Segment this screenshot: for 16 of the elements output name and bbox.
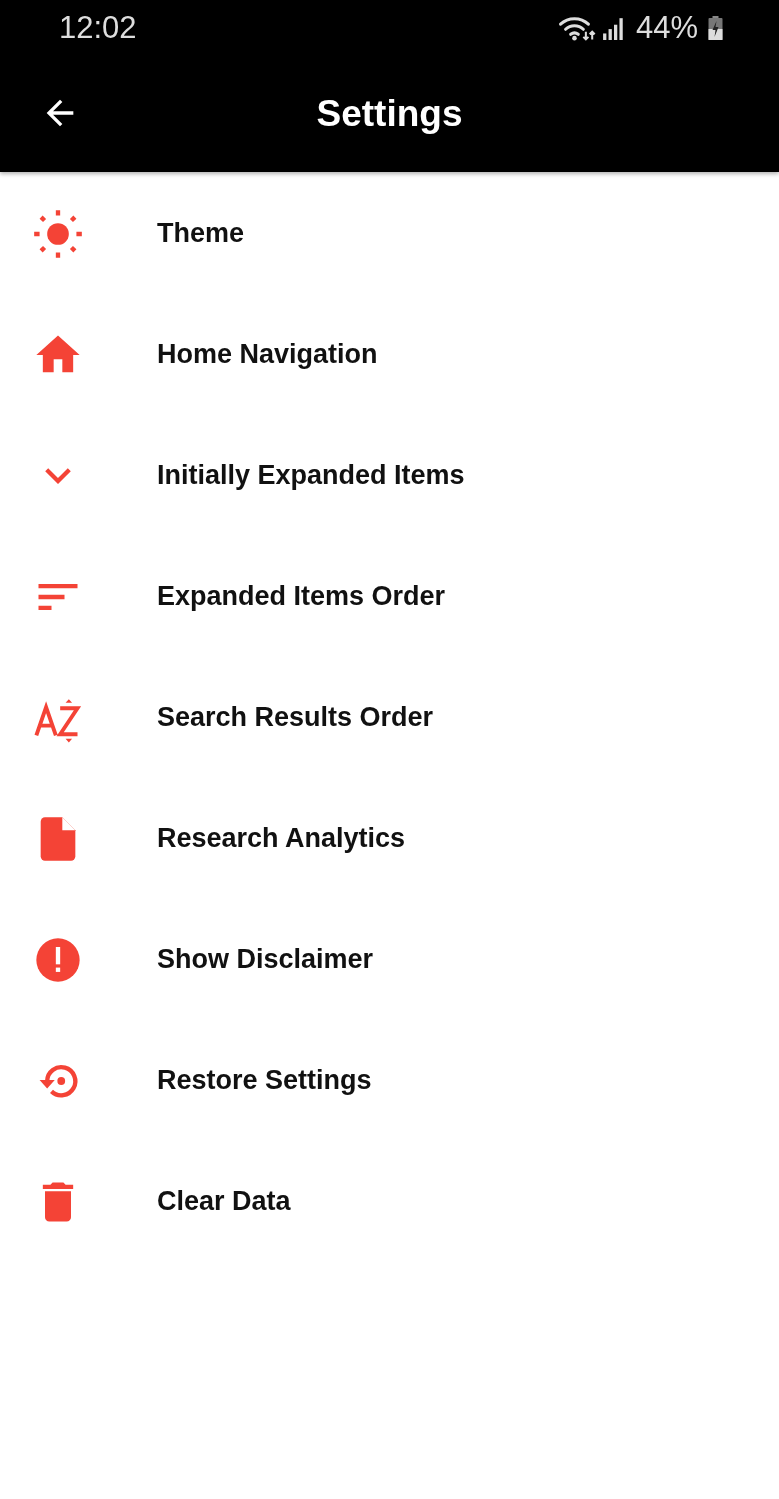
chevron-down-icon: [45, 467, 71, 484]
signal-icon: [601, 15, 626, 40]
settings-item[interactable]: Research Analytics: [0, 778, 779, 899]
sun-icon: [32, 207, 84, 260]
settings-item[interactable]: Clear Data: [0, 1141, 779, 1262]
settings-item[interactable]: Theme: [0, 173, 779, 294]
screen-title: Settings: [316, 92, 463, 135]
settings-item[interactable]: Expanded Items Order: [0, 536, 779, 657]
battery-icon: [708, 15, 723, 40]
settings-item[interactable]: Search Results Order: [0, 657, 779, 778]
settings-item[interactable]: Show Disclaimer: [0, 899, 779, 1020]
settings-item[interactable]: Restore Settings: [0, 1020, 779, 1141]
battery-percent: 44%: [635, 9, 698, 46]
settings-item[interactable]: Initially Expanded Items: [0, 415, 779, 536]
clock-time: 12:02: [59, 9, 137, 46]
settings-item[interactable]: Home Navigation: [0, 294, 779, 415]
